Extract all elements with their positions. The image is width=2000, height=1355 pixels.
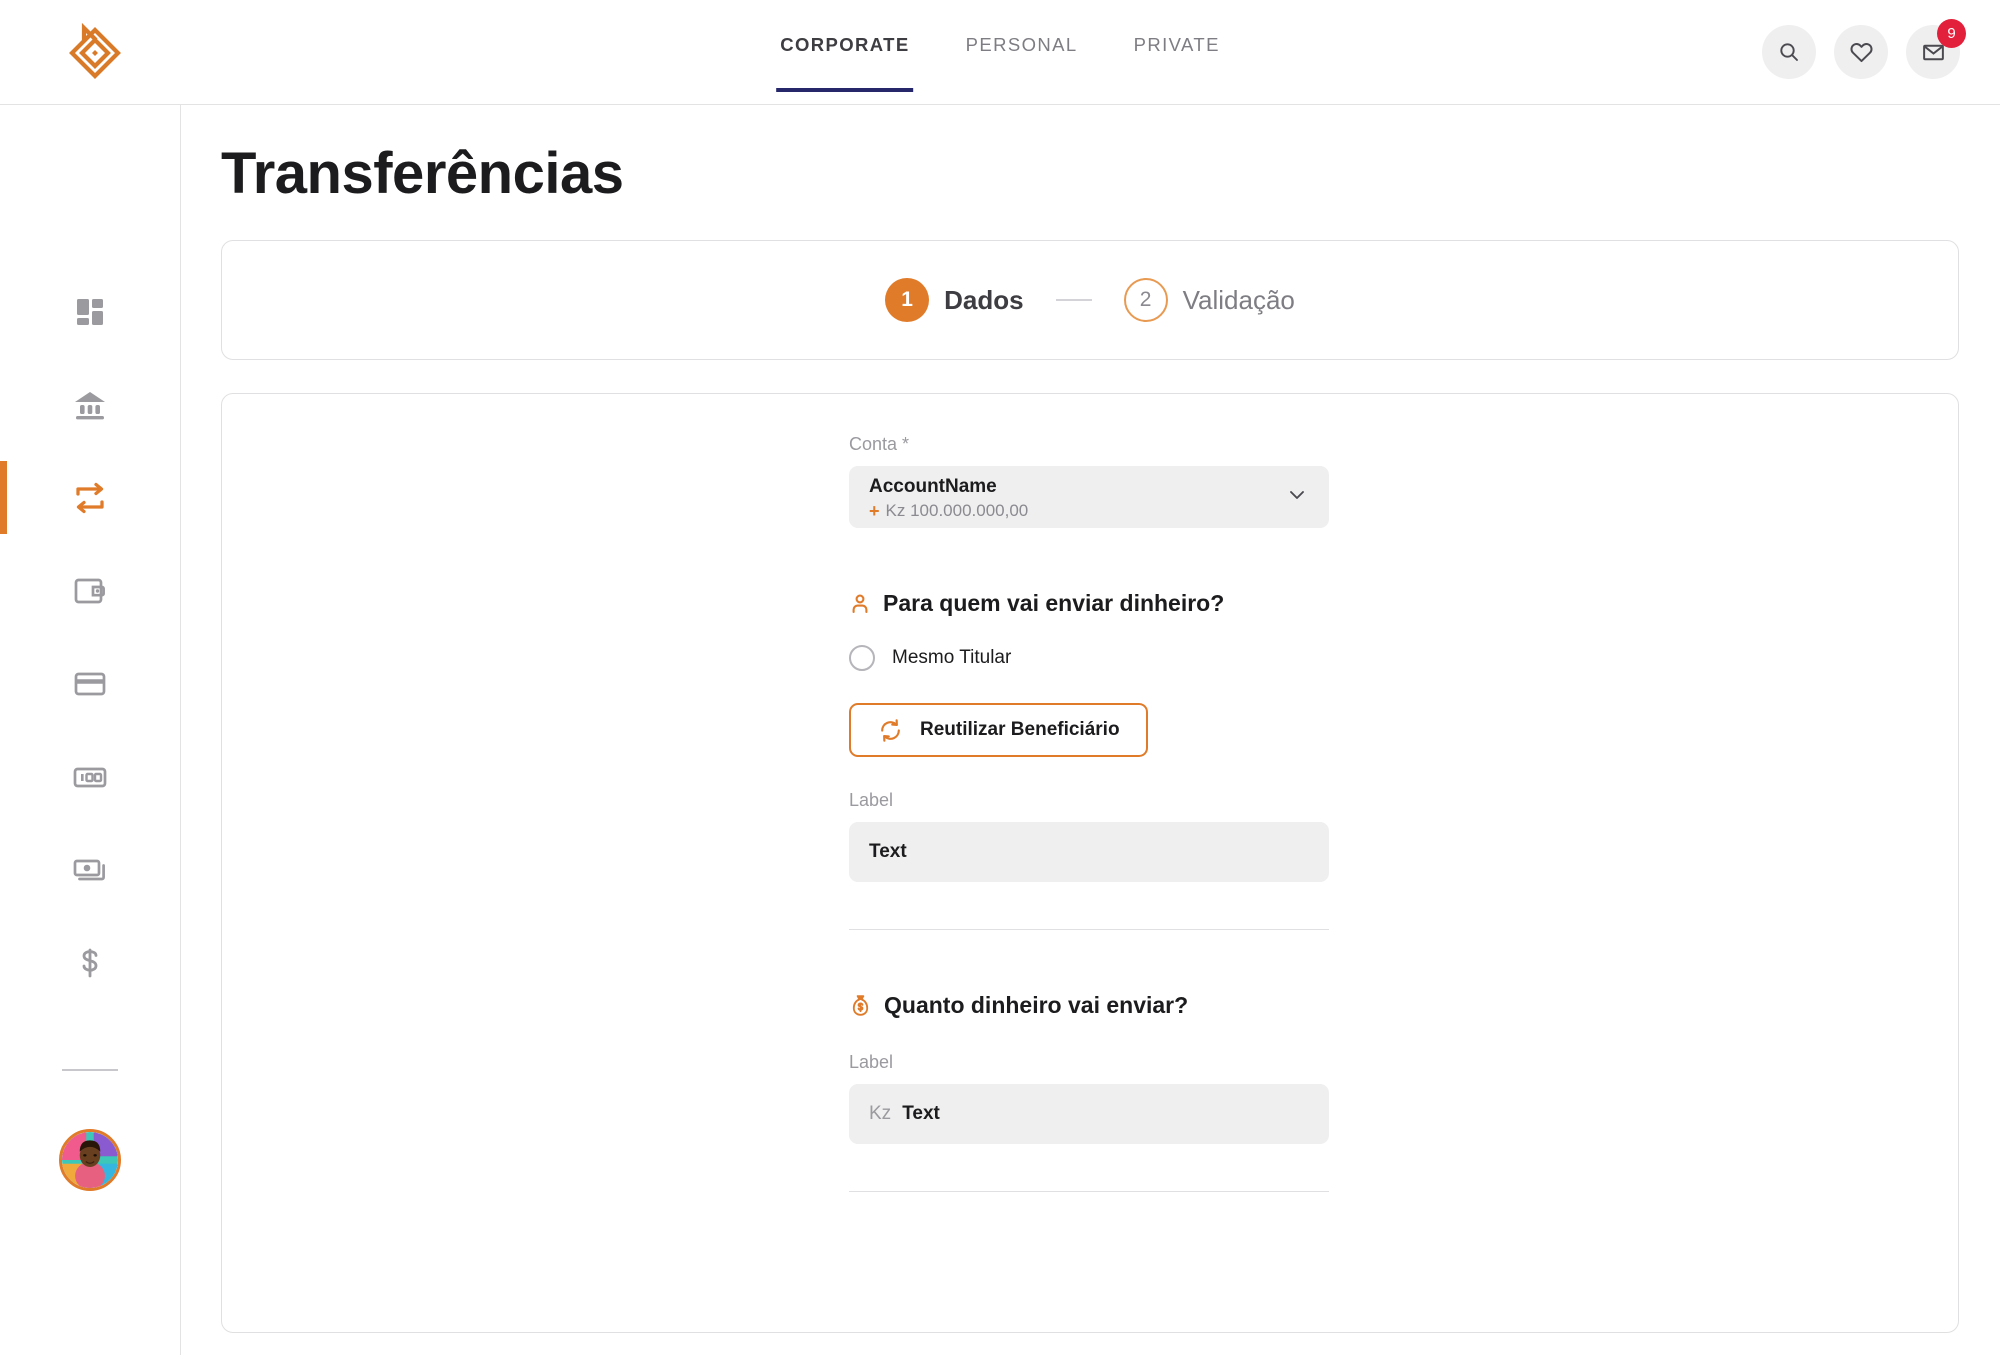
transfer-form: Conta * AccountName + Kz 100.000.000,00 [849, 434, 1329, 1192]
nav-private[interactable]: PRIVATE [1130, 35, 1224, 92]
header-actions: 9 [1762, 19, 1966, 79]
messages-button[interactable]: 9 [1906, 19, 1966, 79]
sidebar-item-payments[interactable] [0, 916, 180, 1009]
nav-personal[interactable]: PERSONAL [962, 35, 1082, 92]
beneficiary-text-input[interactable]: Text [849, 822, 1329, 882]
sidebar-item-transfers[interactable] [0, 451, 180, 544]
beneficiary-field-label: Label [849, 790, 894, 810]
section-divider-2 [849, 1191, 1329, 1192]
sidebar-item-banknotes[interactable] [0, 730, 180, 823]
sidebar-item-accounts[interactable] [0, 358, 180, 451]
stepper-card: 1 Dados 2 Validação [221, 240, 1959, 360]
money-bag-icon [852, 995, 869, 1016]
amount-currency-prefix: Kz [869, 1103, 892, 1124]
search-button[interactable] [1762, 25, 1816, 79]
page-title: Transferências [221, 141, 624, 206]
nav-corporate[interactable]: CORPORATE [776, 35, 914, 92]
amount-title: Quanto dinheiro vai enviar? [884, 992, 1189, 1018]
sidebar-item-cash[interactable] [0, 823, 180, 916]
avatar-image [62, 1132, 118, 1188]
step-2-label: Validação [1182, 284, 1295, 315]
step-1-number: 1 [885, 278, 930, 322]
same-holder-radio[interactable] [849, 645, 875, 671]
beneficiary-input-value: Text [869, 841, 907, 862]
sidebar-divider [62, 1069, 118, 1071]
messages-badge: 9 [1937, 19, 1966, 48]
dollar-sign-icon [82, 948, 98, 977]
account-select-chevron[interactable] [1285, 483, 1309, 512]
beneficiary-title: Para quem vai enviar dinheiro? [883, 590, 1225, 616]
sidebar-item-cards[interactable] [0, 637, 180, 730]
same-holder-radio-row[interactable]: Mesmo Titular [849, 645, 1329, 671]
transfer-arrows-icon [76, 482, 104, 513]
step-validacao[interactable]: 2 Validação [1123, 278, 1295, 322]
primary-nav: CORPORATE PERSONAL PRIVATE [776, 0, 1224, 105]
nested-diamond-logo-icon [69, 22, 121, 79]
transfer-form-card: Conta * AccountName + Kz 100.000.000,00 [221, 393, 1959, 1333]
step-dados[interactable]: 1 Dados [885, 278, 1024, 322]
account-balance: Kz 100.000.000,00 [885, 501, 1029, 521]
sidebar-item-wallet[interactable] [0, 544, 180, 637]
refresh-cycle-icon [881, 718, 900, 742]
chevron-down-icon [1290, 491, 1304, 499]
cash-stack-icon [73, 859, 105, 880]
same-holder-label: Mesmo Titular [892, 647, 1012, 668]
amount-field-group: Label Kz Text [849, 1052, 1329, 1144]
brand-logo[interactable] [52, 10, 138, 96]
account-balance-row: + Kz 100.000.000,00 [869, 500, 1309, 523]
account-name: AccountName [869, 476, 997, 497]
credit-card-icon [74, 672, 106, 695]
stepper: 1 Dados 2 Validação [885, 278, 1295, 322]
step-1-label: Dados [944, 284, 1024, 315]
wallet-icon [74, 578, 105, 603]
left-sidebar [0, 105, 181, 1355]
sidebar-item-dashboard[interactable] [0, 265, 180, 358]
sidebar-nav [0, 105, 180, 1191]
account-select[interactable]: AccountName + Kz 100.000.000,00 [849, 466, 1329, 528]
person-icon [852, 594, 868, 613]
favorites-button[interactable] [1834, 25, 1888, 79]
beneficiary-field-group: Label Text [849, 790, 1329, 882]
step-2-number: 2 [1123, 278, 1168, 322]
account-label: Conta * [849, 434, 910, 454]
amount-text-input[interactable]: Kz Text [849, 1084, 1329, 1144]
stepper-connector [1055, 299, 1092, 301]
amount-input-value: Text [902, 1103, 940, 1124]
user-avatar[interactable] [59, 1129, 121, 1191]
reuse-beneficiary-button[interactable]: Reutilizar Beneficiário [849, 703, 1148, 757]
bank-icon [75, 391, 105, 419]
plus-icon: + [869, 500, 880, 521]
main-content: Transferências 1 Dados 2 Validação Conta… [181, 105, 2000, 1355]
reuse-beneficiary-label: Reutilizar Beneficiário [920, 719, 1120, 740]
amount-field-label: Label [849, 1052, 894, 1072]
amount-section-header: Quanto dinheiro vai enviar? [849, 992, 1329, 1019]
banknote-100-icon [73, 767, 107, 787]
section-divider-1 [849, 929, 1329, 930]
dashboard-grid-icon [77, 298, 103, 325]
heart-icon [1850, 42, 1872, 62]
search-icon [1780, 43, 1798, 61]
beneficiary-section-header: Para quem vai enviar dinheiro? [849, 590, 1329, 617]
top-header: CORPORATE PERSONAL PRIVATE 9 [0, 0, 2000, 105]
